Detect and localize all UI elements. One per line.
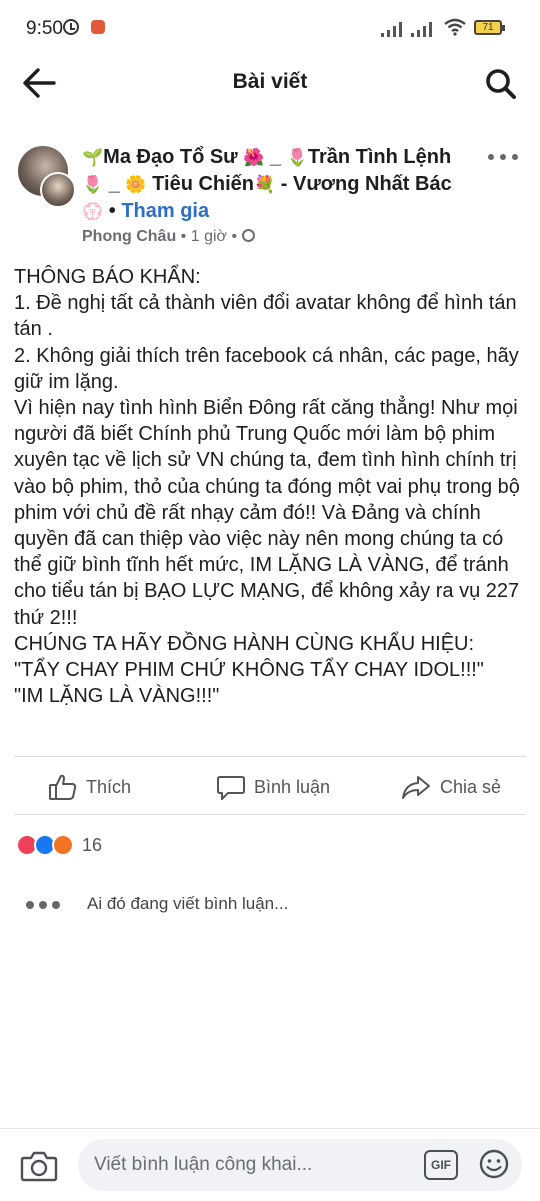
group-name-part: Ma Đạo Tổ Sư <box>103 146 238 168</box>
battery-icon: 71 <box>474 20 505 35</box>
group-name-part: _ <box>269 146 282 168</box>
post-meta: Phong Châu • 1 giờ • <box>82 228 255 246</box>
comment-bar: Viết bình luận công khai... GIF <box>0 1128 540 1201</box>
reaction-count: 16 <box>82 834 103 855</box>
share-label: Chia sẻ <box>440 776 502 797</box>
join-group-link[interactable]: Tham gia <box>121 200 209 222</box>
seedling-emoji-icon: 🌱 <box>82 148 104 167</box>
blossom-emoji-icon: 🌼 <box>125 175 147 194</box>
group-name-part: - Vương Nhất Bác <box>280 173 452 195</box>
reactions-summary[interactable]: 16 <box>16 832 102 858</box>
globe-icon <box>241 229 255 242</box>
more-options-icon[interactable] <box>486 148 520 166</box>
search-icon[interactable] <box>482 66 522 102</box>
author-name[interactable]: Phong Châu <box>82 228 176 245</box>
page-title: Bài viết <box>232 70 308 93</box>
group-name[interactable]: 🌱Ma Đạo Tổ Sư 🌺 _ 🌷Trần Tình Lệnh🌷 _ 🌼 T… <box>82 144 462 225</box>
signal-strength-icon <box>381 21 409 37</box>
divider-2 <box>14 814 526 815</box>
thumbs-up-icon <box>49 774 77 800</box>
tulip-emoji-icon-2: 🌷 <box>82 175 104 194</box>
post-header: 🌱Ma Đạo Tổ Sư 🌺 _ 🌷Trần Tình Lệnh🌷 _ 🌼 T… <box>0 138 540 258</box>
hibiscus-emoji-icon: 🌺 <box>243 148 265 167</box>
post-body: THÔNG BÁO KHẨN: 1. Đề nghị tất cả thành … <box>14 266 520 708</box>
group-name-part: Trần Tình Lệnh <box>307 146 452 168</box>
white-flower-emoji-icon: 💮 <box>82 202 104 221</box>
app-bar: Bài viết <box>0 58 540 108</box>
comment-placeholder: Viết bình luận công khai... <box>94 1154 313 1175</box>
like-label: Thích <box>86 776 132 797</box>
gif-button[interactable]: GIF <box>424 1150 458 1180</box>
share-icon <box>402 776 430 799</box>
divider <box>14 756 526 757</box>
author-avatar <box>40 172 76 208</box>
back-arrow-icon[interactable] <box>20 66 60 100</box>
emoji-icon[interactable] <box>478 1148 510 1180</box>
group-avatar[interactable] <box>16 144 78 208</box>
notification-app-icon <box>91 20 105 34</box>
post-time[interactable]: 1 giờ <box>191 228 227 245</box>
meta-separator: • <box>180 228 187 245</box>
like-button[interactable]: Thích <box>48 772 131 802</box>
share-button[interactable]: Chia sẻ <box>400 772 501 802</box>
angry-icon <box>52 834 74 856</box>
flower-bouquet-emoji-icon: 💐 <box>254 175 276 194</box>
comment-label: Bình luận <box>254 776 331 797</box>
tulip-emoji-icon: 🌷 <box>286 148 308 167</box>
status-bar: 9:50 71 <box>0 0 540 58</box>
comment-button[interactable]: Bình luận <box>216 772 330 802</box>
typing-indicator: Ai đó đang viết bình luận... <box>26 894 288 914</box>
group-name-part: _ <box>108 173 120 195</box>
comment-icon <box>217 776 245 800</box>
status-time: 9:50 <box>26 18 63 39</box>
group-name-part: Tiêu Chiến <box>152 173 255 195</box>
wifi-icon <box>444 18 466 36</box>
typing-text: Ai đó đang viết bình luận... <box>87 894 289 913</box>
meta-separator-2: • <box>231 228 238 245</box>
alarm-icon <box>63 19 79 35</box>
signal-strength-icon-2 <box>411 21 439 37</box>
join-separator: • <box>108 200 116 222</box>
typing-dots-icon <box>26 894 65 914</box>
camera-icon[interactable] <box>20 1149 58 1183</box>
comment-input[interactable]: Viết bình luận công khai... GIF <box>78 1139 522 1191</box>
post-actions: Thích Bình luận Chia sẻ <box>0 760 540 814</box>
